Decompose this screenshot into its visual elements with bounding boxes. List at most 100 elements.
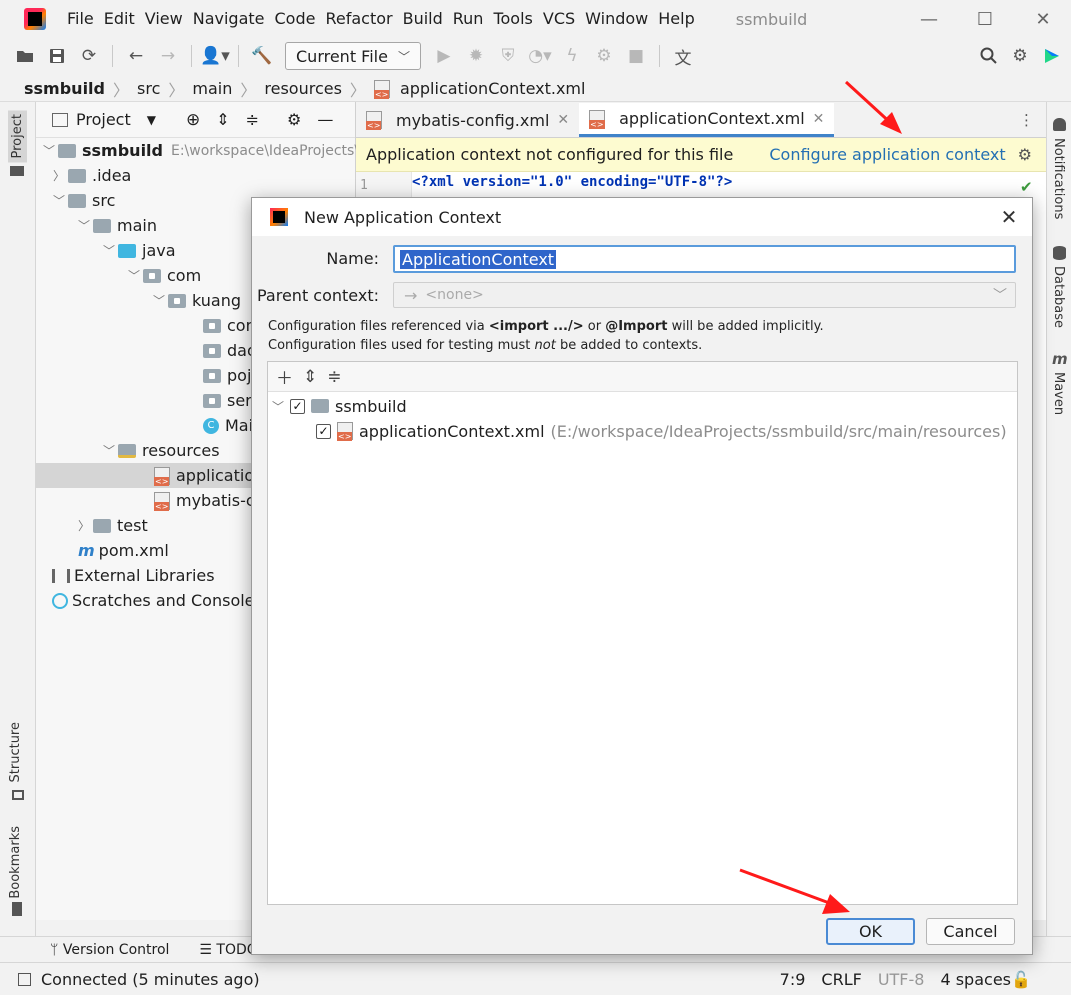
- tree-item-java[interactable]: ﹀ java: [100, 238, 176, 263]
- status-message[interactable]: Connected (5 minutes ago): [41, 970, 260, 989]
- chevron-down-icon[interactable]: ﹀: [100, 442, 118, 459]
- sync-icon[interactable]: ⟳: [74, 42, 104, 70]
- configure-context-link[interactable]: Configure application context: [769, 145, 1005, 164]
- breadcrumb-main[interactable]: main: [192, 79, 232, 98]
- menu-tools[interactable]: Tools: [488, 0, 537, 38]
- minimize-icon[interactable]: —: [901, 0, 957, 38]
- coverage-icon[interactable]: ⛨: [493, 42, 523, 70]
- open-folder-icon[interactable]: [10, 42, 40, 70]
- translate-icon[interactable]: 文: [668, 42, 698, 70]
- editor-tab-mybatis-config[interactable]: mybatis-config.xml ✕: [356, 103, 579, 137]
- tree-item-src[interactable]: ﹀ src: [50, 188, 115, 213]
- maximize-icon[interactable]: ☐: [957, 0, 1013, 38]
- tool-tab-database[interactable]: Database: [1051, 266, 1066, 328]
- chevron-down-icon[interactable]: ﹀: [40, 142, 58, 159]
- hot-swap-icon[interactable]: ⚙: [589, 42, 619, 70]
- banner-settings-gear-icon[interactable]: ⚙: [1018, 145, 1032, 164]
- back-arrow-icon[interactable]: ←: [121, 42, 151, 70]
- chevron-down-icon[interactable]: ﹀: [50, 192, 68, 209]
- run-icon[interactable]: ▶: [429, 42, 459, 70]
- chevron-right-icon[interactable]: 〉: [75, 517, 93, 534]
- expand-all-icon[interactable]: ⇕: [216, 110, 229, 129]
- tree-item-resources[interactable]: ﹀ resources: [100, 438, 220, 463]
- build-hammer-icon[interactable]: 🔨: [247, 42, 277, 70]
- tree-item-external-libraries[interactable]: External Libraries: [52, 563, 215, 588]
- ok-button[interactable]: OK: [826, 918, 915, 945]
- menu-run[interactable]: Run: [448, 0, 489, 38]
- chevron-down-icon[interactable]: ﹀: [75, 217, 93, 234]
- forward-arrow-icon[interactable]: →: [153, 42, 183, 70]
- chevron-down-icon[interactable]: ﹀: [272, 398, 290, 415]
- line-separator[interactable]: CRLF: [821, 970, 861, 989]
- tree-item-test[interactable]: 〉 test: [75, 513, 148, 538]
- close-tab-icon[interactable]: ✕: [557, 112, 569, 128]
- tree-root[interactable]: ﹀ ssmbuild E:\workspace\IdeaProjects\ss: [40, 138, 374, 163]
- parent-context-select[interactable]: → <none> ﹀: [393, 282, 1016, 308]
- menu-edit[interactable]: Edit: [99, 0, 140, 38]
- breadcrumb-file[interactable]: applicationContext.xml: [400, 79, 586, 98]
- context-name-input[interactable]: ApplicationContext: [393, 245, 1016, 273]
- tree-item-dao[interactable]: dao: [203, 338, 257, 363]
- tree-item-idea[interactable]: 〉 .idea: [50, 163, 131, 188]
- menu-file[interactable]: File: [62, 0, 99, 38]
- file-checkbox[interactable]: ✓: [316, 423, 331, 439]
- menu-window[interactable]: Window: [580, 0, 653, 38]
- tree-item-kuang[interactable]: ﹀ kuang: [150, 288, 241, 313]
- user-dropdown-icon[interactable]: 👤▾: [200, 42, 230, 70]
- tool-tab-project[interactable]: Project: [8, 110, 27, 163]
- run-config-selector[interactable]: Current File ﹀: [285, 42, 421, 70]
- save-icon[interactable]: [42, 42, 72, 70]
- caret-position[interactable]: 7:9: [780, 970, 806, 989]
- collapse-all-icon[interactable]: ≑: [246, 110, 259, 129]
- tool-tab-notifications[interactable]: Notifications: [1051, 138, 1066, 219]
- close-icon[interactable]: ✕: [986, 205, 1032, 229]
- project-panel-title[interactable]: Project: [76, 110, 131, 129]
- file-encoding[interactable]: UTF-8: [878, 970, 925, 989]
- collapse-all-icon[interactable]: ≑: [327, 367, 341, 387]
- tree-item-mybatis-config[interactable]: mybatis-co: [154, 488, 264, 513]
- tool-tab-todo[interactable]: ☰ TODO: [199, 942, 257, 958]
- chevron-down-icon[interactable]: ▼: [147, 113, 156, 127]
- tree-item-pojo[interactable]: poj: [203, 363, 251, 388]
- indent-setting[interactable]: 4 spaces: [940, 970, 1011, 989]
- add-icon[interactable]: ＋: [276, 364, 293, 389]
- expand-all-icon[interactable]: ⇕: [303, 367, 317, 387]
- menu-code[interactable]: Code: [270, 0, 321, 38]
- tool-tab-structure[interactable]: Structure: [8, 722, 23, 782]
- tool-tab-bookmarks[interactable]: Bookmarks: [8, 826, 23, 899]
- close-window-icon[interactable]: ✕: [1015, 0, 1071, 38]
- menu-help[interactable]: Help: [653, 0, 699, 38]
- search-icon[interactable]: [974, 42, 1004, 70]
- locate-icon[interactable]: ⊕: [186, 110, 200, 130]
- module-checkbox[interactable]: ✓: [290, 398, 305, 414]
- toolbox-icon[interactable]: [1037, 42, 1067, 70]
- tree-item-main-class[interactable]: C Mai: [203, 413, 253, 438]
- chevron-down-icon[interactable]: ﹀: [150, 292, 168, 309]
- hide-icon[interactable]: —: [317, 110, 333, 129]
- menu-navigate[interactable]: Navigate: [188, 0, 270, 38]
- chevron-right-icon[interactable]: 〉: [50, 167, 68, 184]
- breadcrumb-project[interactable]: ssmbuild: [24, 79, 105, 98]
- menu-refactor[interactable]: Refactor: [320, 0, 397, 38]
- lightning-icon[interactable]: ϟ: [557, 42, 587, 70]
- tree-item-controller[interactable]: con: [203, 313, 256, 338]
- breadcrumb-src[interactable]: src: [137, 79, 160, 98]
- settings-gear-icon[interactable]: ⚙: [1005, 42, 1035, 70]
- tree-item-scratches[interactable]: Scratches and Consoles: [52, 588, 263, 613]
- tool-tab-version-control[interactable]: ᛘ Version Control: [50, 942, 169, 958]
- tool-tab-maven[interactable]: Maven: [1051, 372, 1066, 415]
- debug-icon[interactable]: ✹: [461, 42, 491, 70]
- editor-tab-application-context[interactable]: applicationContext.xml ✕: [579, 103, 835, 137]
- tree-item-com[interactable]: ﹀ com: [125, 263, 201, 288]
- stop-icon[interactable]: ■: [621, 42, 651, 70]
- lock-icon[interactable]: 🔓: [1011, 970, 1031, 989]
- close-tab-icon[interactable]: ✕: [813, 111, 825, 127]
- tree-module-row[interactable]: ﹀ ✓ ssmbuild: [272, 394, 407, 418]
- tree-file-row[interactable]: ✓ applicationContext.xml (E:/workspace/I…: [316, 419, 1007, 443]
- chevron-down-icon[interactable]: ﹀: [100, 242, 118, 259]
- code-line[interactable]: <?xml version="1.0" encoding="UTF-8"?>: [412, 174, 732, 190]
- options-gear-icon[interactable]: ⚙: [287, 110, 301, 129]
- chevron-down-icon[interactable]: ﹀: [125, 267, 143, 284]
- menu-view[interactable]: View: [140, 0, 188, 38]
- profile-icon[interactable]: ◔▾: [525, 42, 555, 70]
